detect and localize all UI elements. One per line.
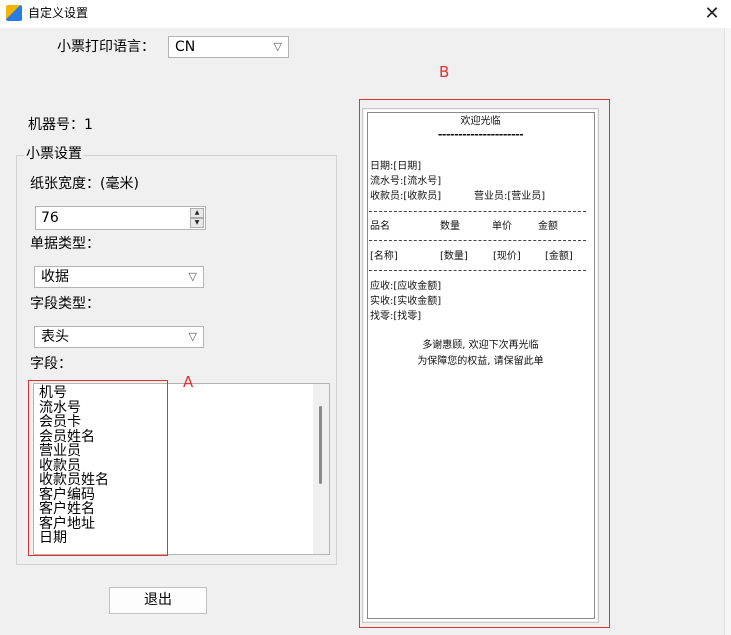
paper-width-label: 纸张宽度：(毫米): [30, 176, 139, 192]
chevron-down-icon: ▽: [188, 270, 197, 283]
receipt-footer-keep: 为保障您的权益, 请保留此单: [417, 356, 544, 367]
receipt-col-amount: 金额: [538, 221, 558, 232]
print-language-value: CN: [175, 39, 196, 55]
doc-type-label: 单据类型：: [30, 236, 100, 252]
machine-number-value: 1: [84, 117, 93, 133]
receipt-cashier: 收款员:[收款员]: [370, 191, 442, 202]
window-scrollbar[interactable]: [724, 28, 731, 635]
machine-number-label: 机器号：: [28, 117, 84, 133]
title-bar: [0, 0, 731, 28]
scrollbar-thumb[interactable]: [319, 406, 322, 484]
paper-width-stepper[interactable]: 76 ▲ ▼: [35, 206, 206, 230]
print-language-label: 小票打印语言：: [57, 39, 155, 55]
spin-up-icon[interactable]: ▲: [190, 208, 204, 218]
receipt-receivable: 应收:[应收金额]: [370, 281, 442, 292]
annotation-label-b: B: [439, 63, 450, 81]
doc-type-value: 收据: [41, 269, 69, 285]
receipt-divider: [369, 211, 586, 212]
receipt-change: 找零:[找零]: [370, 311, 422, 322]
receipt-footer-thanks: 多谢惠顾, 欢迎下次再光临: [422, 340, 539, 351]
fields-label: 字段：: [30, 356, 72, 372]
receipt-item-name: [名称]: [370, 251, 398, 262]
chevron-down-icon: ▽: [273, 40, 282, 53]
spin-down-icon[interactable]: ▼: [190, 218, 204, 228]
receipt-clerk: 营业员:[营业员]: [474, 191, 546, 202]
receipt-item-price: [现价]: [493, 251, 521, 262]
field-type-label: 字段类型：: [30, 296, 100, 312]
doc-type-select[interactable]: 收据 ▽: [34, 266, 204, 288]
receipt-col-qty: 数量: [440, 221, 460, 232]
app-icon: [6, 5, 22, 21]
receipt-item-qty: [数量]: [440, 251, 468, 262]
annotation-box-a: [28, 380, 168, 556]
receipt-divider: [369, 240, 586, 241]
paper-width-value: 76: [41, 210, 59, 226]
annotation-label-a: A: [183, 373, 194, 391]
print-language-select[interactable]: CN ▽: [168, 36, 289, 58]
receipt-date: 日期:[日期]: [370, 161, 422, 172]
receipt-serial: 流水号:[流水号]: [370, 176, 442, 187]
receipt-received: 实收:[实收金额]: [370, 296, 442, 307]
ticket-settings-title: 小票设置: [24, 146, 84, 162]
window-title: 自定义设置: [28, 6, 89, 20]
receipt-item-amount: [金额]: [545, 251, 573, 262]
machine-number: 机器号：1: [28, 116, 93, 134]
receipt-header-rule: ---------------------: [437, 128, 524, 141]
close-button[interactable]: ✕: [698, 2, 726, 26]
receipt-col-price: 单价: [492, 221, 512, 232]
chevron-down-icon: ▽: [188, 330, 197, 343]
receipt-col-name: 品名: [370, 221, 390, 232]
receipt-divider: [369, 270, 586, 271]
fields-scrollbar[interactable]: [313, 384, 329, 554]
receipt-header: 欢迎光临: [460, 116, 501, 127]
exit-button[interactable]: 退出: [109, 587, 207, 614]
field-type-select[interactable]: 表头 ▽: [34, 326, 204, 348]
field-type-value: 表头: [41, 329, 69, 345]
